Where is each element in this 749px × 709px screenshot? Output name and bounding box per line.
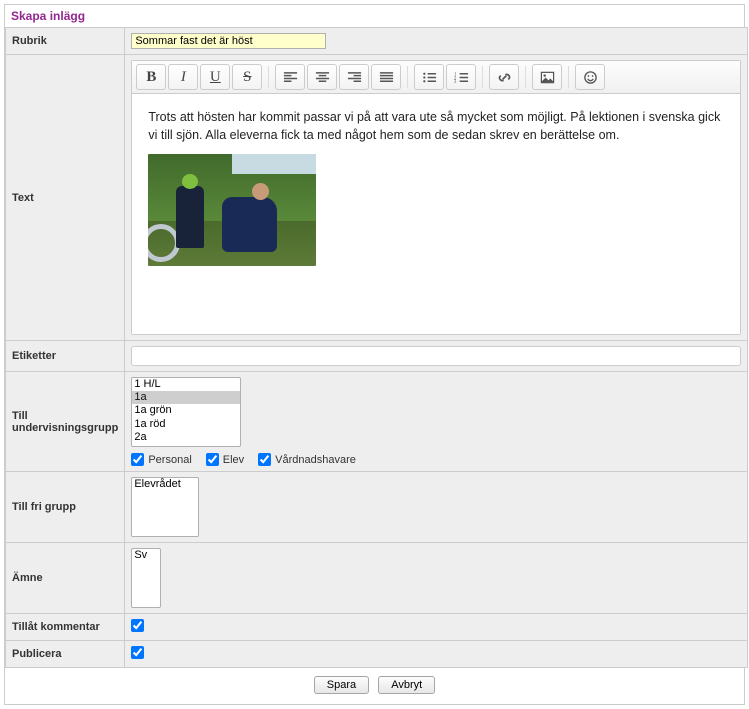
align-left-button[interactable] (275, 64, 305, 90)
inserted-image[interactable] (148, 154, 316, 266)
vard-checkbox[interactable] (258, 453, 271, 466)
link-button[interactable] (489, 64, 519, 90)
publicera-checkbox[interactable] (131, 646, 144, 659)
rubrik-input[interactable] (131, 33, 326, 49)
personal-checkbox[interactable] (131, 453, 144, 466)
align-justify-button[interactable] (371, 64, 401, 90)
amne-select[interactable]: Sv (131, 548, 161, 608)
toolbar-separator (482, 66, 483, 88)
editor-content[interactable]: Trots att hösten har kommit passar vi på… (132, 94, 740, 334)
rich-text-editor: B I U S 123 (131, 60, 741, 335)
label-text: Text (6, 55, 125, 341)
emoji-button[interactable] (575, 64, 605, 90)
italic-button[interactable]: I (168, 64, 198, 90)
personal-checkbox-label[interactable]: Personal (131, 453, 191, 466)
label-amne: Ämne (6, 543, 125, 614)
image-button[interactable] (532, 64, 562, 90)
spara-button[interactable]: Spara (314, 676, 369, 694)
avbryt-button[interactable]: Avbryt (378, 676, 435, 694)
bold-button[interactable]: B (136, 64, 166, 90)
label-etiketter: Etiketter (6, 341, 125, 372)
label-tillat: Tillåt kommentar (6, 614, 125, 641)
recipient-checkbox-row: Personal Elev Vårdnadshavare (131, 453, 741, 466)
label-rubrik: Rubrik (6, 28, 125, 55)
editor-paragraph: Trots att hösten har kommit passar vi på… (148, 108, 724, 144)
label-till-fri: Till fri grupp (6, 472, 125, 543)
label-till-grupp: Till undervisningsgrupp (6, 372, 125, 472)
tillat-checkbox[interactable] (131, 619, 144, 632)
toolbar-separator (568, 66, 569, 88)
etiketter-input[interactable] (131, 346, 741, 366)
editor-toolbar: B I U S 123 (132, 61, 740, 94)
vard-checkbox-label[interactable]: Vårdnadshavare (258, 453, 356, 466)
elev-checkbox-label[interactable]: Elev (206, 453, 244, 466)
label-publicera: Publicera (6, 641, 125, 668)
toolbar-separator (525, 66, 526, 88)
align-right-button[interactable] (339, 64, 369, 90)
form-table: Rubrik Text B I U S (5, 27, 748, 668)
panel-title: Skapa inlägg (5, 5, 744, 27)
elev-checkbox[interactable] (206, 453, 219, 466)
fri-grupp-select[interactable]: Elevrådet (131, 477, 199, 537)
create-post-panel: Skapa inlägg Rubrik Text B I U (4, 4, 745, 705)
toolbar-separator (268, 66, 269, 88)
strike-button[interactable]: S (232, 64, 262, 90)
align-center-button[interactable] (307, 64, 337, 90)
underline-button[interactable]: U (200, 64, 230, 90)
svg-text:3: 3 (454, 80, 457, 85)
numbered-list-button[interactable]: 123 (446, 64, 476, 90)
undervisningsgrupp-select[interactable]: 1 H/L1a1a grön1a röd2a (131, 377, 241, 447)
toolbar-separator (407, 66, 408, 88)
bullet-list-button[interactable] (414, 64, 444, 90)
footer-buttons: Spara Avbryt (5, 668, 744, 704)
